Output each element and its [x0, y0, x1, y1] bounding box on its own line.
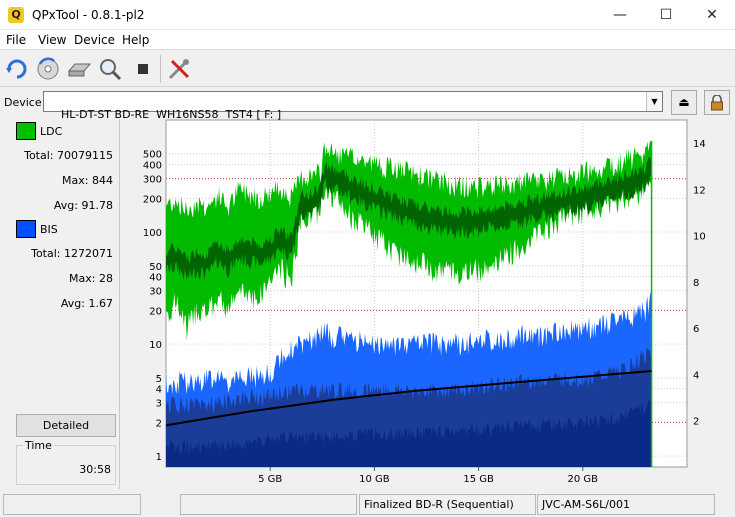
y-left-tick-label: 5: [156, 374, 162, 385]
y-left-tick-label: 400: [143, 161, 162, 172]
y-left-tick-label: 200: [143, 194, 162, 205]
scan-chart: 1 2 3 4 5 10 20 30 40 50 100 200 300 400 500 2 4 6 8 10 12 14…: [122, 117, 735, 491]
y-left-tick-label: 1: [156, 452, 162, 463]
chart-svg: 1234510203040501002003004005002468101214…: [143, 119, 706, 485]
bis-avg: Avg: 1.67: [60, 297, 113, 310]
status-pane-1: [3, 494, 141, 515]
y-right-tick-label: 2: [693, 417, 699, 428]
menu-bar: File View Device Help: [0, 30, 735, 50]
y-left-tick-label: 100: [143, 228, 162, 239]
close-button[interactable]: ✕: [689, 0, 735, 30]
menu-file[interactable]: File: [6, 33, 26, 47]
refresh-icon[interactable]: [4, 56, 30, 82]
bis-legend-label: BIS: [40, 223, 58, 236]
x-tick-label: 10 GB: [359, 474, 390, 485]
maximize-button[interactable]: ☐: [643, 0, 689, 30]
y-left-tick-label: 10: [149, 340, 162, 351]
toolbar-separator: [160, 55, 161, 83]
y-right-tick-label: 14: [693, 139, 706, 150]
device-bar: Device: HL-DT-ST BD-RE WH16NS58 TST4 [ F…: [0, 88, 735, 121]
bis-total: Total: 1272071: [31, 247, 113, 260]
x-tick-label: 20 GB: [568, 474, 599, 485]
y-right-tick-label: 4: [693, 370, 699, 381]
stop-icon[interactable]: [130, 56, 156, 82]
detailed-button[interactable]: Detailed: [16, 414, 116, 437]
status-pane-media: Finalized BD-R (Sequential): [359, 494, 536, 515]
time-label: Time: [23, 439, 54, 452]
y-left-tick-label: 500: [143, 150, 162, 161]
x-tick-label: 15 GB: [463, 474, 494, 485]
qpxtool-logo-icon: Q: [8, 7, 24, 23]
ldc-legend-swatch: [16, 122, 36, 140]
y-left-tick-label: 50: [149, 262, 162, 273]
ldc-avg: Avg: 91.78: [53, 199, 113, 212]
y-right-tick-label: 10: [693, 232, 706, 243]
ldc-legend-label: LDC: [40, 125, 63, 138]
status-pane-mid: JVC-AM-S6L/001: [537, 494, 715, 515]
bis-legend-swatch: [16, 220, 36, 238]
y-right-tick-label: 6: [693, 324, 699, 335]
device-label: Device:: [4, 96, 46, 109]
y-left-tick-label: 20: [149, 306, 162, 317]
menu-device[interactable]: Device: [74, 33, 115, 47]
status-pane-2: [180, 494, 357, 515]
device-select[interactable]: HL-DT-ST BD-RE WH16NS58 TST4 [ F: ] ▼: [43, 91, 663, 121]
menu-view[interactable]: View: [38, 33, 66, 47]
bis-max: Max: 28: [69, 272, 113, 285]
time-group: Time 30:58: [16, 439, 116, 485]
tools-icon[interactable]: [166, 56, 192, 82]
y-left-tick-label: 40: [149, 273, 162, 284]
ldc-total: Total: 70079115: [24, 149, 113, 162]
menu-help[interactable]: Help: [122, 33, 149, 47]
disc-scan-icon[interactable]: [35, 56, 61, 82]
y-left-tick-label: 2: [156, 418, 162, 429]
y-right-tick-label: 8: [693, 278, 699, 289]
title-bar: Q QPxTool - 0.8.1-pl2 — ☐ ✕: [0, 0, 735, 30]
lock-icon[interactable]: [704, 90, 730, 115]
magnifier-icon[interactable]: [97, 56, 123, 82]
y-left-tick-label: 300: [143, 175, 162, 186]
minimize-button[interactable]: —: [597, 0, 643, 30]
drive-icon[interactable]: [66, 56, 92, 82]
y-right-tick-label: 12: [693, 185, 706, 196]
status-bar: Finalized BD-R (Sequential) JVC-AM-S6L/0…: [0, 492, 735, 517]
chevron-down-icon[interactable]: ▼: [646, 92, 662, 111]
y-left-tick-label: 30: [149, 287, 162, 298]
time-value: 30:58: [79, 463, 111, 476]
y-left-tick-label: 3: [156, 399, 162, 410]
toolbar: [0, 51, 735, 87]
window-title: QPxTool - 0.8.1-pl2: [32, 8, 145, 22]
x-tick-label: 5 GB: [258, 474, 282, 485]
y-left-tick-label: 4: [156, 385, 162, 396]
eject-button[interactable]: ⏏: [671, 90, 697, 115]
ldc-max: Max: 844: [62, 174, 113, 187]
